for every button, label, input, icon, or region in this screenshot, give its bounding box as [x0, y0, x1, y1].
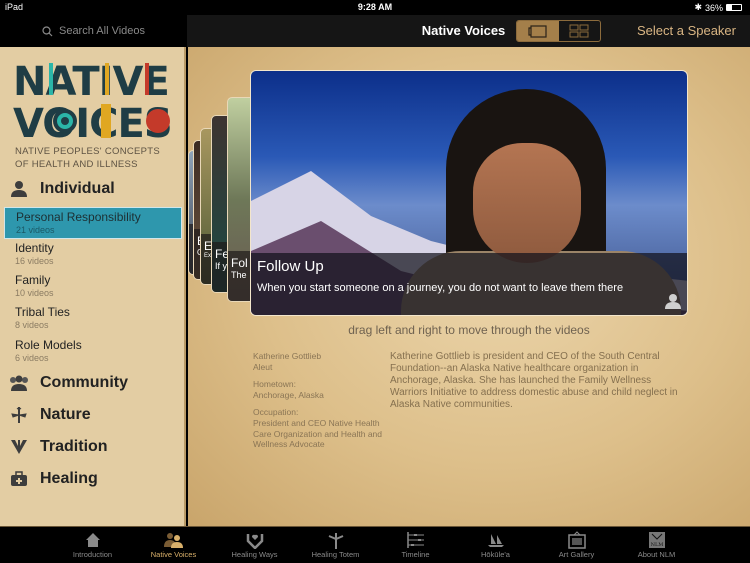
subtopic-count: 21 videos: [16, 225, 55, 235]
battery-percent: 36%: [704, 2, 723, 13]
drag-hint: drag left and right to move through the …: [348, 323, 590, 337]
subtopic-count: 16 videos: [15, 256, 54, 266]
tab-label: Hōkūle'a: [481, 550, 510, 559]
group-icon: [8, 375, 30, 391]
tagline: NATIVE PEOPLES' CONCEPTS OF HEALTH AND IL…: [15, 145, 160, 171]
medical-kit-icon: [8, 471, 30, 487]
category-community[interactable]: Community: [8, 374, 128, 392]
video-quote: When you start someone on a journey, you…: [257, 282, 624, 294]
speaker-tribe: Aleut: [253, 361, 273, 372]
speaker-name: Katherine Gottlieb: [253, 351, 322, 361]
native-voices-logo: NATIVE VOICES: [13, 59, 173, 139]
subtopic-role-models[interactable]: Role Models 6 videos: [4, 336, 182, 368]
tab-introduction[interactable]: Introduction: [55, 529, 130, 559]
app: iPad 9:28 AM ✱ 36% Search All Videos Nati…: [0, 0, 750, 563]
subtopic-family[interactable]: Family 10 videos: [4, 271, 182, 303]
house-icon: [85, 532, 100, 547]
tab-healing-ways[interactable]: Healing Ways: [217, 529, 292, 559]
clock: 9:28 AM: [357, 2, 393, 12]
tab-label: Introduction: [72, 550, 113, 559]
tab-label: Healing Ways: [231, 550, 278, 559]
subtopic-name: Tribal Ties: [15, 305, 70, 319]
category-individual[interactable]: Individual: [8, 180, 115, 198]
category-tradition[interactable]: Tradition: [8, 438, 108, 456]
subtopic-personal-responsibility[interactable]: Personal Responsibility 21 videos: [4, 207, 182, 239]
person-icon: [8, 180, 30, 198]
grid-view-button[interactable]: [559, 21, 601, 41]
speaker-details: Katherine Gottlieb Aleut Hometown: Anchora…: [253, 351, 383, 457]
plant-icon: [8, 406, 30, 424]
subtopic-count: 10 videos: [15, 288, 54, 298]
category-healing[interactable]: Healing: [8, 470, 98, 488]
video-card-subtitle: The: [231, 270, 247, 280]
subtopic-identity[interactable]: Identity 16 videos: [4, 239, 182, 271]
subtopic-count: 8 videos: [15, 320, 49, 330]
tagline-line1: NATIVE PEOPLES' CONCEPTS: [15, 146, 161, 157]
tab-about-nlm[interactable]: NLM About NLM: [619, 529, 694, 559]
select-speaker-button[interactable]: Select a Speaker: [637, 15, 736, 47]
tab-label: Timeline: [401, 550, 430, 559]
speaker-profile-icon[interactable]: [665, 293, 681, 309]
occupation-label: Occupation:: [253, 407, 299, 418]
tab-healing-totem[interactable]: Healing Totem: [298, 529, 373, 559]
tab-label: About NLM: [637, 550, 676, 559]
navigation-bar: Search All Videos Native Voices Select a…: [0, 15, 750, 47]
search-input[interactable]: Search All Videos: [0, 15, 187, 47]
tab-hokulea[interactable]: Hōkūle'a: [458, 529, 533, 559]
subtopic-name: Personal Responsibility: [16, 210, 141, 224]
timeline-icon: [406, 531, 424, 548]
subtopic-name: Identity: [15, 241, 54, 255]
arrow-feather-icon: [8, 438, 30, 456]
view-mode-toggle: [516, 20, 601, 42]
category-label: Community: [40, 374, 128, 391]
category-label: Tradition: [40, 438, 108, 455]
tab-label: Healing Totem: [311, 550, 360, 559]
battery-status: ✱ 36%: [694, 2, 742, 13]
sidebar: NATIVE VOICES NATIVE PEOPLES' CONCEPTS OF…: [0, 47, 186, 526]
video-card-title: Fol: [231, 256, 248, 270]
totem-icon: [328, 532, 343, 549]
status-bar: iPad 9:28 AM ✱ 36%: [0, 0, 750, 15]
category-label: Healing: [40, 470, 98, 487]
people-icon: [163, 532, 183, 548]
frame-icon: [567, 530, 586, 549]
hometown-label: Hometown:: [253, 379, 296, 390]
category-label: Nature: [40, 406, 91, 423]
battery-icon: [726, 4, 742, 11]
carousel-view-button[interactable]: [517, 21, 559, 41]
tab-art-gallery[interactable]: Art Gallery: [539, 529, 614, 559]
subtopic-name: Role Models: [15, 338, 82, 352]
subtopic-name: Family: [15, 273, 51, 287]
carousel-icon: [528, 24, 547, 38]
search-placeholder: Search All Videos: [58, 25, 146, 37]
tab-native-voices[interactable]: Native Voices: [136, 529, 211, 559]
category-nature[interactable]: Nature: [8, 406, 91, 424]
video-caption: Follow Up When you start someone on a jo…: [251, 253, 687, 315]
current-video-card[interactable]: Follow Up When you start someone on a jo…: [250, 70, 688, 316]
nlm-icon: NLM: [648, 531, 665, 548]
search-icon: [42, 25, 53, 36]
canoe-icon: [487, 533, 504, 547]
subtopic-tribal-ties[interactable]: Tribal Ties 8 videos: [4, 303, 182, 335]
tab-timeline[interactable]: Timeline: [378, 529, 453, 559]
tagline-line2: OF HEALTH AND ILLNESS: [15, 159, 138, 170]
tab-label: Art Gallery: [558, 550, 595, 559]
tab-bar: Introduction Native Voices Healing Ways …: [0, 526, 750, 563]
hands-heart-icon: [246, 533, 263, 549]
speaker-hometown: Anchorage, Alaska: [253, 389, 324, 400]
subtopic-count: 6 videos: [15, 353, 49, 363]
speaker-occupation: President and CEO Native Health Care Org…: [253, 417, 382, 450]
category-label: Individual: [40, 180, 115, 197]
grid-icon: [569, 24, 589, 38]
video-title: Follow Up: [257, 258, 324, 275]
speaker-face: [473, 143, 581, 263]
speaker-bio: Katherine Gottlieb is president and CEO …: [390, 351, 678, 410]
svg-text:NLM: NLM: [650, 542, 663, 548]
bluetooth-icon: ✱: [694, 2, 702, 12]
tab-label: Native Voices: [150, 550, 197, 559]
